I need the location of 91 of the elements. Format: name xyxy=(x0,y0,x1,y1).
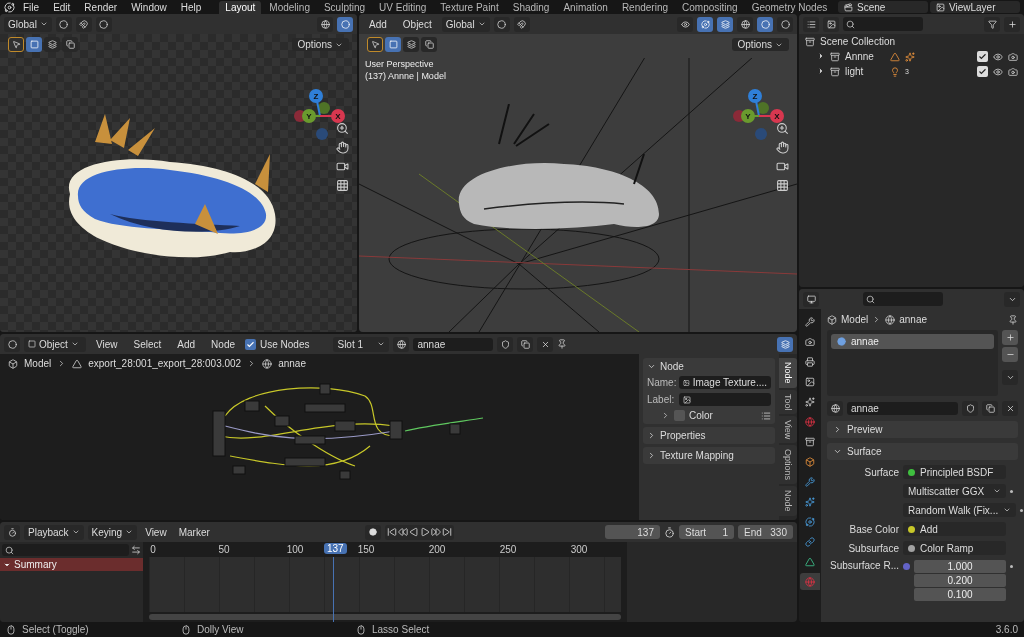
frame-number: 100 xyxy=(286,544,304,555)
material-name-field[interactable]: annae xyxy=(413,337,494,351)
slot-dropdown[interactable]: Slot 1 xyxy=(333,336,390,352)
workspace-tab[interactable]: Rendering xyxy=(615,0,675,14)
frame-number: 0 xyxy=(150,544,156,555)
dropdown[interactable]: Random Walk (Fix... xyxy=(903,503,1017,517)
breadcrumb-item: annae xyxy=(278,358,306,369)
playhead-frame[interactable]: 137 xyxy=(324,543,347,554)
start-frame-field[interactable]: Start 1 xyxy=(679,525,734,539)
field-label: Name: xyxy=(647,377,675,388)
workspace-tab[interactable]: UV Editing xyxy=(373,0,433,14)
frame-number: 150 xyxy=(357,544,375,555)
workspace-tab[interactable]: Layout xyxy=(219,0,262,14)
property-label: Surface xyxy=(863,466,899,478)
channel-row[interactable]: Summary xyxy=(0,558,143,571)
menu-item[interactable]: View xyxy=(141,524,171,540)
menu-item[interactable]: Edit xyxy=(47,1,77,13)
current-frame-field[interactable]: 137 xyxy=(605,525,660,539)
dropdown[interactable]: Multiscatter GGX xyxy=(903,484,1006,498)
number-field[interactable]: 0.100 xyxy=(914,588,1006,601)
panel-header[interactable]: Node xyxy=(647,361,771,372)
workspace-tab[interactable]: Texture Paint xyxy=(434,0,505,14)
property-label: Subsurface R... xyxy=(829,560,899,571)
orientation-dropdown[interactable]: Global xyxy=(4,16,52,32)
panel-header[interactable]: Surface xyxy=(827,443,1018,460)
breadcrumb-item: export_28:001_export_28:003.002 xyxy=(88,358,242,369)
frame-number: 50 xyxy=(218,544,230,555)
navigation-gizmo-drawing[interactable]: Z Y X xyxy=(292,86,352,142)
property-label: Subsurface xyxy=(847,542,899,554)
property-label: Base Color xyxy=(848,523,899,535)
sidebar-tab[interactable]: Tool xyxy=(779,389,797,415)
frame-number: 250 xyxy=(499,544,517,555)
menu-item[interactable]: Object xyxy=(396,18,438,30)
menu-item[interactable]: Keying xyxy=(87,524,138,540)
menu-item[interactable]: Select xyxy=(127,338,168,350)
orientation-dropdown[interactable]: Global xyxy=(441,16,490,32)
workspace-tab[interactable]: Modeling xyxy=(263,0,316,14)
sidebar-tab[interactable]: Node xyxy=(779,358,797,388)
menu-item[interactable]: File xyxy=(17,1,46,13)
breadcrumb-item: Model xyxy=(24,358,52,369)
view-layer-field[interactable]: ViewLayer xyxy=(930,1,1020,13)
use-nodes-label: Use Nodes xyxy=(260,338,310,350)
panel-header[interactable]: Texture Mapping xyxy=(647,450,771,461)
options-button[interactable]: Options xyxy=(291,38,349,51)
scene-field[interactable]: Scene xyxy=(838,1,928,13)
workspace-tab[interactable]: Sculpting xyxy=(317,0,372,14)
number-field[interactable]: 1.000 xyxy=(914,560,1006,573)
breadcrumb-item: Model xyxy=(841,314,869,325)
menu-item[interactable]: Playback xyxy=(24,524,84,540)
sidebar-tab[interactable]: Options xyxy=(779,445,797,485)
frame-number: 300 xyxy=(570,544,588,555)
workspace-tab[interactable]: Geometry Nodes xyxy=(745,0,834,14)
status-hint: Select (Toggle) xyxy=(22,624,89,635)
menu-item[interactable]: Render xyxy=(78,1,124,13)
workspace-tab[interactable]: Animation xyxy=(557,0,614,14)
material-name-field[interactable]: annae xyxy=(847,402,958,415)
sidebar-tab[interactable]: View xyxy=(779,416,797,444)
material-slot[interactable]: annae xyxy=(831,334,994,349)
workspace-tab[interactable]: Shading xyxy=(506,0,556,14)
status-hint: Dolly View xyxy=(197,624,244,635)
linked-input-field[interactable]: Add xyxy=(903,522,1006,536)
linked-input-field[interactable]: Principled BSDF xyxy=(903,465,1006,479)
color-label: Color xyxy=(689,410,713,421)
linked-input-field[interactable]: Color Ramp xyxy=(903,541,1006,555)
workspace-tab[interactable]: Compositing xyxy=(676,0,744,14)
options-button[interactable]: Options xyxy=(731,38,789,51)
mode-dropdown[interactable]: Object xyxy=(24,336,86,352)
version-label: 3.6.0 xyxy=(995,624,1018,635)
menu-item[interactable]: Add xyxy=(171,338,202,350)
frame-number: 200 xyxy=(428,544,446,555)
menu-item[interactable]: Window xyxy=(125,1,173,13)
breadcrumb-item: annae xyxy=(899,314,928,325)
tree-item[interactable]: Annne xyxy=(845,51,885,62)
field-label: Label: xyxy=(647,394,675,405)
end-frame-field[interactable]: End 330 xyxy=(738,525,793,539)
name-field[interactable]: Image Texture.... xyxy=(679,376,771,389)
tree-item[interactable]: Scene Collection xyxy=(820,36,896,47)
viewport-info-text: User Perspective xyxy=(365,58,435,70)
panel-header[interactable]: Properties xyxy=(647,430,771,441)
status-hint: Lasso Select xyxy=(372,624,430,635)
viewport-info-text: (137) Annne | Model xyxy=(365,70,446,82)
sidebar-tab[interactable]: Node xyxy=(779,486,797,516)
menu-item[interactable]: Node xyxy=(205,338,241,350)
menu-item[interactable]: View xyxy=(90,338,124,350)
panel-header[interactable]: Preview xyxy=(827,421,1018,438)
menu-item[interactable]: Help xyxy=(174,1,208,13)
navigation-gizmo-drawing[interactable]: Z Y X xyxy=(731,86,791,142)
tree-item[interactable]: light xyxy=(845,66,885,77)
menu-item[interactable]: Add xyxy=(363,18,393,30)
menu-item[interactable]: Marker xyxy=(174,524,214,540)
number-field[interactable]: 0.200 xyxy=(914,574,1006,587)
